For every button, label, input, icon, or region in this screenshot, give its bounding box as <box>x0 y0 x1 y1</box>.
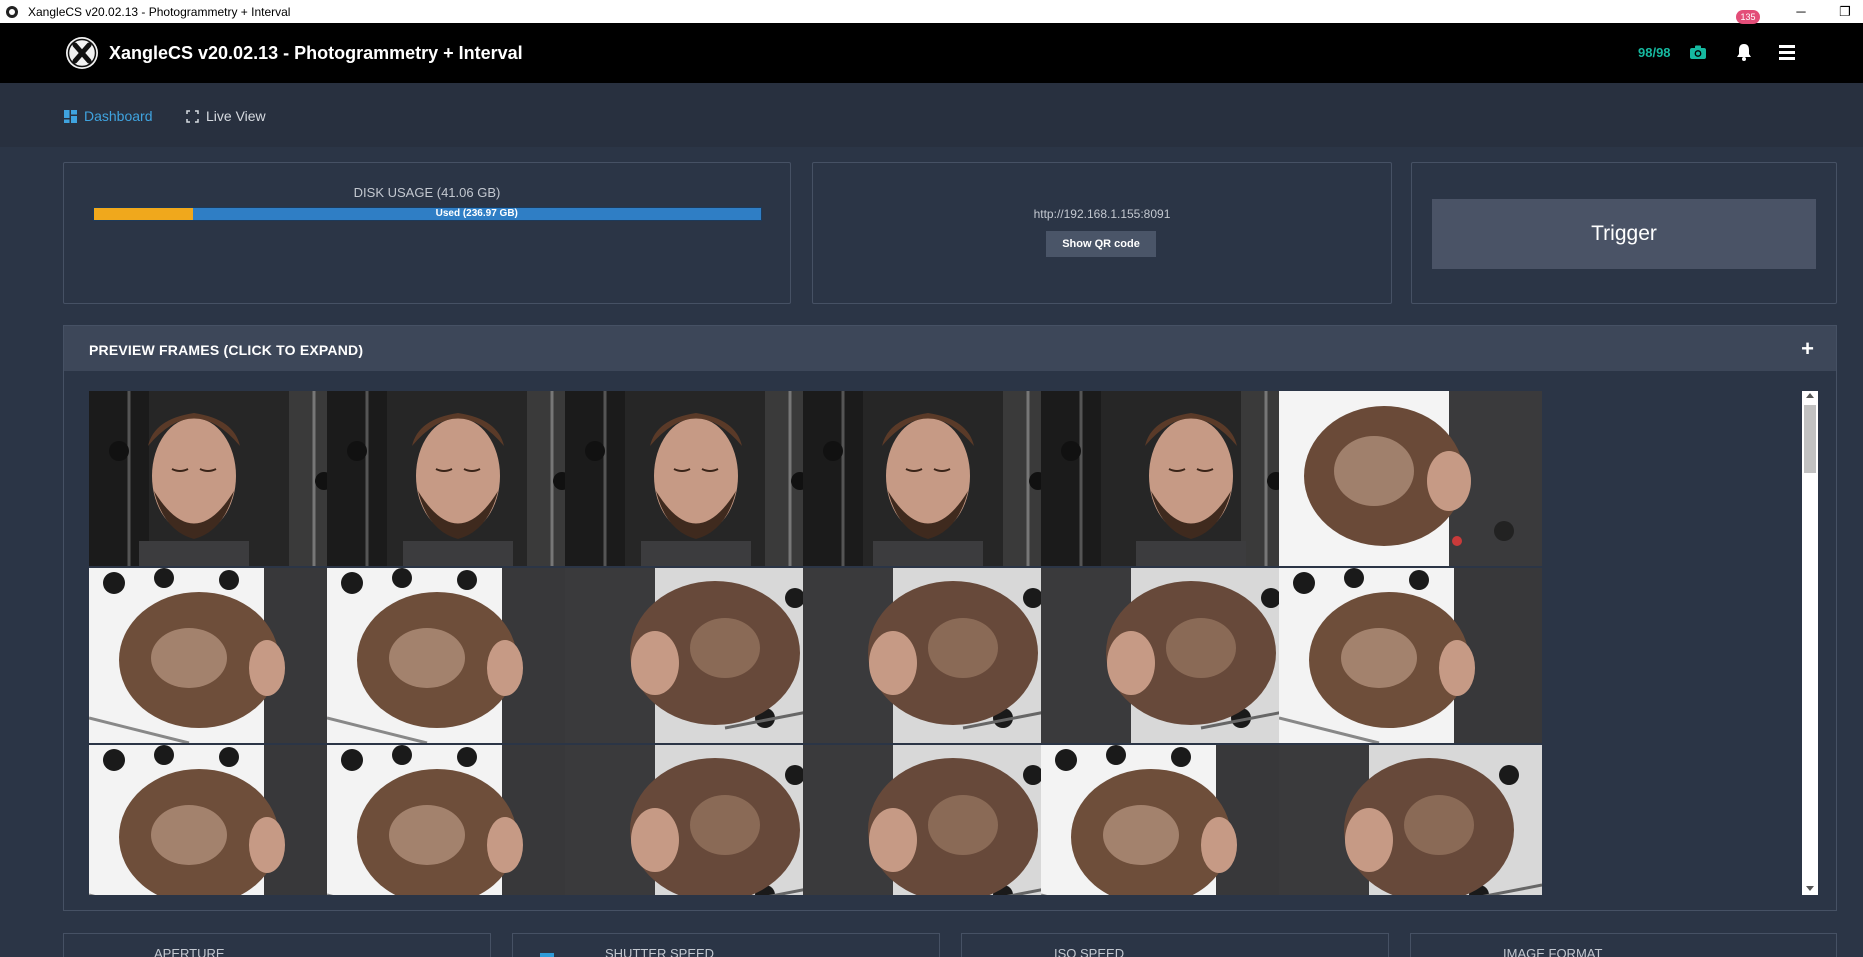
bell-icon[interactable] <box>1734 42 1754 62</box>
preview-frame-image[interactable] <box>565 745 828 895</box>
preview-frames-panel: PREVIEW FRAMES (CLICK TO EXPAND) + 0001 <box>63 325 1837 911</box>
preview-frame-image[interactable] <box>803 391 1066 566</box>
preview-frame[interactable]: 0012 <box>1279 568 1542 768</box>
server-url: http://192.168.1.155:8091 <box>1033 207 1171 221</box>
nav-live-view-label: Live View <box>206 108 266 124</box>
preview-frame[interactable]: 0013 <box>89 745 352 895</box>
app-header: XangleCS v20.02.13 - Photogrammetry + In… <box>0 23 1863 83</box>
preview-frame[interactable]: 0002 <box>327 391 590 591</box>
preview-frame-image[interactable] <box>803 568 1066 743</box>
camera-icon[interactable] <box>1689 44 1707 60</box>
preview-frame[interactable]: 0001 <box>89 391 352 591</box>
preview-frame-image[interactable] <box>89 745 352 895</box>
preview-frame[interactable]: 0006 <box>1279 391 1542 591</box>
preview-frame-image[interactable] <box>89 568 352 743</box>
top-nav: Dashboard Live View <box>0 83 1863 147</box>
preview-frame[interactable]: 0009 <box>565 568 828 768</box>
disk-free-segment <box>94 208 193 220</box>
shutter-speed-icon <box>540 953 554 957</box>
iso-speed-panel: ISO SPEED <box>961 933 1389 957</box>
preview-frame-image[interactable] <box>1279 391 1542 566</box>
camera-count: 98/98 <box>1638 45 1671 60</box>
os-title-bar: XangleCS v20.02.13 - Photogrammetry + In… <box>0 0 1863 23</box>
app-title: XangleCS v20.02.13 - Photogrammetry + In… <box>109 43 523 63</box>
scroll-up-arrow-icon[interactable] <box>1806 393 1814 398</box>
expand-plus-icon[interactable]: + <box>1801 336 1814 362</box>
nav-dashboard-label: Dashboard <box>84 108 153 124</box>
preview-frame[interactable]: 0017 <box>1041 745 1304 895</box>
aperture-label: APERTURE <box>154 946 225 957</box>
preview-frame-image[interactable] <box>1041 568 1304 743</box>
dashboard-icon <box>64 109 77 123</box>
nav-item-dashboard[interactable]: Dashboard <box>64 107 153 125</box>
preview-frame[interactable]: 0003 <box>565 391 828 591</box>
disk-usage-label: DISK USAGE (41.06 GB) <box>353 185 501 200</box>
preview-frame[interactable]: 0008 <box>327 568 590 768</box>
preview-scrollbar[interactable] <box>1802 391 1818 895</box>
restore-button[interactable]: ❐ <box>1837 4 1853 20</box>
preview-frame-image[interactable] <box>803 745 1066 895</box>
preview-frame[interactable]: 0018 <box>1279 745 1542 895</box>
preview-frame-image[interactable] <box>1279 745 1542 895</box>
preview-frame[interactable]: 0007 <box>89 568 352 768</box>
preview-frame[interactable]: 0016 <box>803 745 1066 895</box>
preview-frame-image[interactable] <box>565 391 828 566</box>
preview-frame-image[interactable] <box>327 391 590 566</box>
preview-frame[interactable]: 0004 <box>803 391 1066 591</box>
shutter-speed-label: SHUTTER SPEED <box>605 946 715 957</box>
preview-frame-image[interactable] <box>1041 391 1304 566</box>
hamburger-menu-icon[interactable] <box>1779 45 1795 60</box>
scroll-thumb[interactable] <box>1804 405 1816 473</box>
preview-frame[interactable]: 0011 <box>1041 568 1304 768</box>
aperture-panel: APERTURE <box>63 933 491 957</box>
preview-frames-title: PREVIEW FRAMES (CLICK TO EXPAND) <box>89 342 364 358</box>
disk-usage-panel: DISK USAGE (41.06 GB) Used (236.97 GB) <box>63 162 791 304</box>
image-format-panel: IMAGE FORMAT <box>1410 933 1837 957</box>
scroll-down-arrow-icon[interactable] <box>1806 886 1814 891</box>
window-title: XangleCS v20.02.13 - Photogrammetry + In… <box>28 4 291 19</box>
preview-frame[interactable]: 0005 <box>1041 391 1304 591</box>
preview-frame[interactable]: 0014 <box>327 745 590 895</box>
xangle-logo-icon[interactable] <box>66 37 98 69</box>
app-window-icon <box>6 5 18 18</box>
minimize-button[interactable]: ─ <box>1793 4 1809 19</box>
trigger-button[interactable]: Trigger <box>1432 199 1816 269</box>
notification-badge: 135 <box>1736 10 1760 24</box>
nav-item-live-view[interactable]: Live View <box>186 107 266 125</box>
preview-frame[interactable]: 0010 <box>803 568 1066 768</box>
preview-frame[interactable]: 0015 <box>565 745 828 895</box>
preview-frame-image[interactable] <box>327 745 590 895</box>
preview-frames-header[interactable]: PREVIEW FRAMES (CLICK TO EXPAND) + <box>64 326 1836 371</box>
preview-frames-grid: 0001 0002 <box>64 391 1804 895</box>
disk-used-segment: Used (236.97 GB) <box>435 208 518 219</box>
server-url-panel: http://192.168.1.155:8091 Show QR code <box>812 162 1392 304</box>
preview-frame-image[interactable] <box>327 568 590 743</box>
disk-usage-bar: Used (236.97 GB) <box>93 207 762 221</box>
preview-frame-image[interactable] <box>565 568 828 743</box>
fullscreen-icon <box>186 109 199 123</box>
preview-frame-image[interactable] <box>1041 745 1304 895</box>
show-qr-code-button[interactable]: Show QR code <box>1046 231 1156 257</box>
image-format-label: IMAGE FORMAT <box>1503 946 1603 957</box>
preview-frame-image[interactable] <box>89 391 352 566</box>
iso-speed-label: ISO SPEED <box>1054 946 1125 957</box>
shutter-speed-panel: SHUTTER SPEED <box>512 933 940 957</box>
trigger-panel: Trigger <box>1411 162 1837 304</box>
preview-frame-image[interactable] <box>1279 568 1542 743</box>
